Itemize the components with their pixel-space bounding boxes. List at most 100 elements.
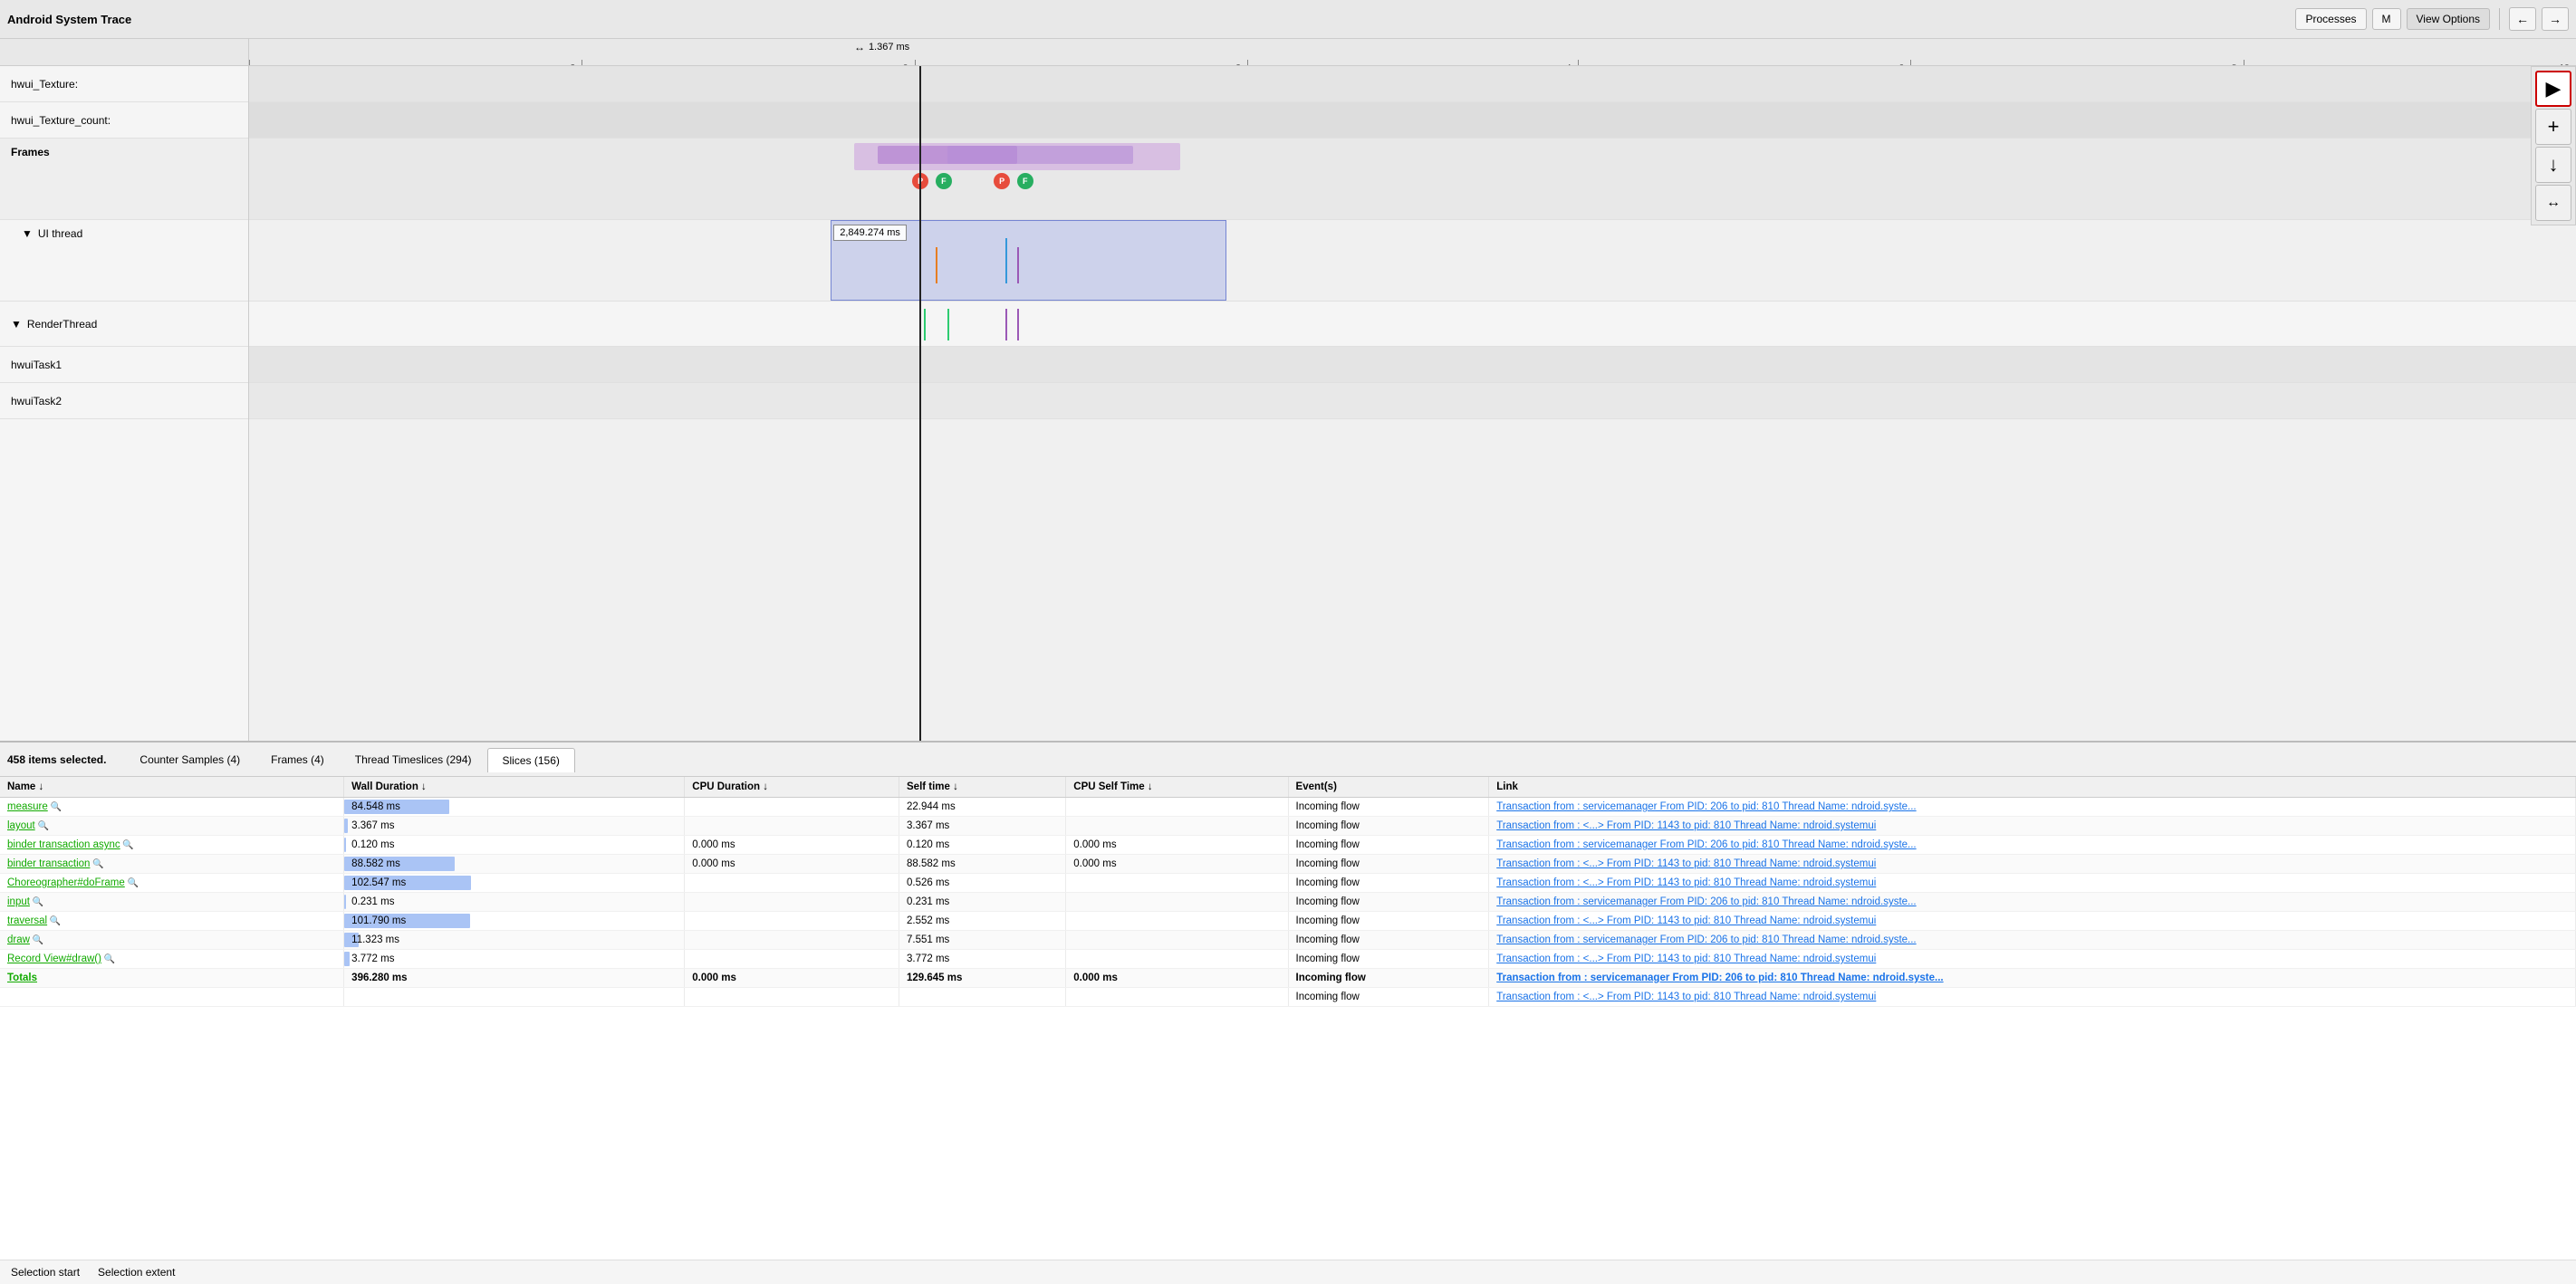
cell-cpu-duration <box>685 912 899 931</box>
cell-self-time: 129.645 ms <box>899 969 1066 988</box>
cell-events: Incoming flow <box>1288 988 1489 1007</box>
table-row[interactable]: layout 🔍3.367 ms3.367 msIncoming flowTra… <box>0 817 2576 836</box>
track-ui-thread[interactable]: 2,849.274 ms <box>249 220 2576 302</box>
tick-0s: 0 s <box>915 60 916 65</box>
cell-link[interactable]: Transaction from : <...> From PID: 1143 … <box>1489 912 2576 931</box>
col-link: Link <box>1489 777 2576 798</box>
selection-info: Selection start Selection extent <box>0 1260 2576 1284</box>
cell-cpu-duration: 0.000 ms <box>685 836 899 855</box>
m-button[interactable]: M <box>2372 8 2401 30</box>
timeline-container[interactable]: -4 s -2 s 0 s 2 s <box>249 39 2576 741</box>
track-hwui-texture[interactable] <box>249 66 2576 102</box>
processes-button[interactable]: Processes <box>2295 8 2366 30</box>
tab-frames[interactable]: Frames (4) <box>255 747 340 771</box>
tab-counter-samples[interactable]: Counter Samples (4) <box>124 747 255 771</box>
cell-wall-duration: 396.280 ms <box>344 969 685 988</box>
search-icon[interactable]: 🔍 <box>120 840 134 850</box>
nav-forward-button[interactable]: → <box>2542 7 2569 31</box>
table-row[interactable]: input 🔍0.231 ms0.231 msIncoming flowTran… <box>0 893 2576 912</box>
table-row[interactable]: Totals396.280 ms0.000 ms129.645 ms0.000 … <box>0 969 2576 988</box>
track-label-hwui-task1: hwuiTask1 <box>0 347 248 383</box>
search-icon[interactable]: 🔍 <box>90 859 103 869</box>
table-row[interactable]: Choreographer#doFrame 🔍102.547 ms0.526 m… <box>0 874 2576 893</box>
search-icon[interactable]: 🔍 <box>30 897 43 907</box>
zoom-out-button[interactable]: ↓ <box>2535 147 2571 183</box>
cell-link[interactable]: Transaction from : <...> From PID: 1143 … <box>1489 950 2576 969</box>
time-ruler: -4 s -2 s 0 s 2 s <box>249 39 2576 66</box>
ui-thread-arrow[interactable]: ▼ <box>22 227 33 240</box>
tab-slices[interactable]: Slices (156) <box>487 748 575 772</box>
toolbar-separator <box>2499 8 2500 30</box>
measure-indicator: ↔ 1.367 ms <box>854 41 909 53</box>
nav-back-button[interactable]: ← <box>2509 7 2536 31</box>
cell-events: Incoming flow <box>1288 969 1489 988</box>
table-row[interactable]: Record View#draw() 🔍3.772 ms3.772 msInco… <box>0 950 2576 969</box>
vbar-1 <box>919 238 921 283</box>
table-row[interactable]: draw 🔍11.323 ms7.551 msIncoming flowTran… <box>0 931 2576 950</box>
search-icon[interactable]: 🔍 <box>101 954 115 964</box>
cell-events: Incoming flow <box>1288 912 1489 931</box>
cell-cpu-duration <box>685 988 899 1007</box>
cell-wall-duration: 3.772 ms <box>344 950 685 969</box>
table-row[interactable]: measure 🔍84.548 ms22.944 msIncoming flow… <box>0 798 2576 817</box>
tick-2s: 2 s <box>1247 60 1248 65</box>
pointer-tool-button[interactable]: ▶ <box>2535 71 2571 107</box>
cell-wall-duration: 84.548 ms <box>344 798 685 817</box>
cell-name: measure 🔍 <box>0 798 344 817</box>
cell-name: binder transaction 🔍 <box>0 855 344 874</box>
selection-duration-label: 2,849.274 ms <box>833 225 907 241</box>
track-frames[interactable]: P F P F <box>249 139 2576 220</box>
col-cpu-duration[interactable]: CPU Duration ↓ <box>685 777 899 798</box>
cell-wall-duration: 101.790 ms <box>344 912 685 931</box>
vbar-3 <box>1005 238 1007 283</box>
col-cpu-self-time[interactable]: CPU Self Time ↓ <box>1066 777 1288 798</box>
cell-events: Incoming flow <box>1288 855 1489 874</box>
cell-link[interactable]: Transaction from : <...> From PID: 1143 … <box>1489 855 2576 874</box>
cell-cpu-duration <box>685 817 899 836</box>
vbar-4 <box>1017 247 1019 283</box>
app-title: Android System Trace <box>7 13 2290 26</box>
table-row[interactable]: traversal 🔍101.790 ms2.552 msIncoming fl… <box>0 912 2576 931</box>
tab-bar: 458 items selected. Counter Samples (4) … <box>0 743 2576 777</box>
col-self-time[interactable]: Self time ↓ <box>899 777 1066 798</box>
track-render-thread[interactable] <box>249 302 2576 347</box>
col-wall-duration[interactable]: Wall Duration ↓ <box>344 777 685 798</box>
zoom-in-button[interactable]: + <box>2535 109 2571 145</box>
render-thread-arrow[interactable]: ▼ <box>11 318 22 331</box>
track-hwui-task1[interactable] <box>249 347 2576 383</box>
render-vbar-4 <box>1017 309 1019 340</box>
cell-link[interactable]: Transaction from : servicemanager From P… <box>1489 969 2576 988</box>
tracks-area[interactable]: P F P F <box>249 66 2576 741</box>
ruler-spacer <box>0 39 248 66</box>
slices-table: Name ↓ Wall Duration ↓ CPU Duration ↓ Se… <box>0 777 2576 1007</box>
cell-link[interactable]: Transaction from : <...> From PID: 1143 … <box>1489 988 2576 1007</box>
track-label-ui-thread: ▼ UI thread <box>0 220 248 302</box>
fit-button[interactable]: ↔ <box>2535 185 2571 221</box>
cell-link[interactable]: Transaction from : <...> From PID: 1143 … <box>1489 817 2576 836</box>
view-options-button[interactable]: View Options <box>2407 8 2490 30</box>
cell-link[interactable]: Transaction from : servicemanager From P… <box>1489 931 2576 950</box>
search-icon[interactable]: 🔍 <box>30 935 43 945</box>
track-hwui-task2[interactable] <box>249 383 2576 419</box>
cell-cpu-self-time <box>1066 931 1288 950</box>
search-icon[interactable]: 🔍 <box>35 821 49 831</box>
search-icon[interactable]: 🔍 <box>125 878 139 888</box>
table-row[interactable]: binder transaction 🔍88.582 ms0.000 ms88.… <box>0 855 2576 874</box>
search-icon[interactable]: 🔍 <box>47 916 61 926</box>
cell-cpu-self-time <box>1066 874 1288 893</box>
table-row[interactable]: binder transaction async 🔍0.120 ms0.000 … <box>0 836 2576 855</box>
cell-self-time: 0.120 ms <box>899 836 1066 855</box>
search-icon[interactable]: 🔍 <box>48 802 62 812</box>
table-row[interactable]: Incoming flowTransaction from : <...> Fr… <box>0 988 2576 1007</box>
track-hwui-texture-count[interactable] <box>249 102 2576 139</box>
render-vbar-1 <box>924 309 926 340</box>
cell-self-time: 2.552 ms <box>899 912 1066 931</box>
cell-name: input 🔍 <box>0 893 344 912</box>
cell-cpu-self-time <box>1066 912 1288 931</box>
cell-link[interactable]: Transaction from : <...> From PID: 1143 … <box>1489 874 2576 893</box>
cell-link[interactable]: Transaction from : servicemanager From P… <box>1489 893 2576 912</box>
cell-link[interactable]: Transaction from : servicemanager From P… <box>1489 798 2576 817</box>
cell-link[interactable]: Transaction from : servicemanager From P… <box>1489 836 2576 855</box>
tab-thread-timeslices[interactable]: Thread Timeslices (294) <box>340 747 487 771</box>
col-name[interactable]: Name ↓ <box>0 777 344 798</box>
